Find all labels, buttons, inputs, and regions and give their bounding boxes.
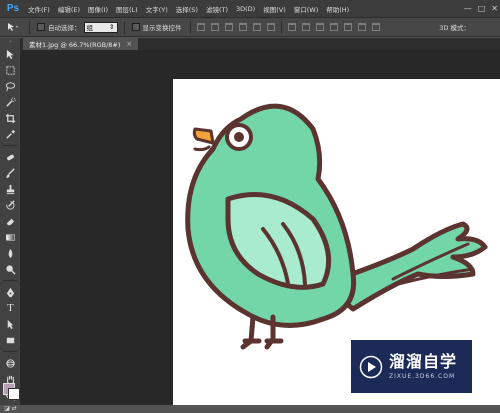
distribute-vcenter-icon[interactable] [301,23,310,31]
auto-select-checkbox[interactable] [37,23,45,31]
menu-window[interactable]: 窗口(W) [290,4,323,14]
eyedropper-tool-icon[interactable] [0,126,21,142]
auto-select-value: 组 [86,24,94,32]
pen-tool-icon[interactable] [0,284,21,300]
lasso-tool-icon[interactable] [0,78,21,94]
dropdown-arrow-icon: ⇕ [109,23,115,31]
maximize-button[interactable]: □ [478,4,486,13]
align-top-icon[interactable] [196,23,205,31]
close-document-icon[interactable]: × [126,40,132,48]
close-window-button[interactable]: ✕ [491,4,498,13]
distribute-right-icon[interactable] [357,23,366,31]
document-tab-title: 素材1.jpg @ 66.7%(RGB/8#) [29,41,121,49]
watermark-url: ZIXUE.3D66.COM [389,373,456,380]
menu-type[interactable]: 文字(Y) [142,4,172,14]
align-bottom-icon[interactable] [224,23,233,31]
menu-select[interactable]: 选择(S) [172,4,202,14]
document-tab-bar: 素材1.jpg @ 66.7%(RGB/8#) × [21,38,500,50]
panel-collapse-icon[interactable]: » [0,38,21,46]
align-hcenter-icon[interactable] [252,23,261,31]
3d-rotate-tool-icon[interactable] [0,355,21,371]
crop-tool-icon[interactable] [0,110,21,126]
show-transform-checkbox[interactable] [131,23,140,31]
move-tool-preset-icon[interactable] [0,22,26,32]
menu-view[interactable]: 视图(V) [259,4,290,14]
app-logo: Ps [6,3,20,14]
auto-select-label: 自动选择： [48,24,81,32]
tool-separator [3,351,17,352]
marquee-tool-icon[interactable] [0,62,21,78]
auto-select-dropdown[interactable]: 组 ⇕ [83,21,118,33]
menu-layer[interactable]: 图层(L) [112,4,142,14]
path-selection-tool-icon[interactable] [0,316,21,332]
document-tab[interactable]: 素材1.jpg @ 66.7%(RGB/8#) × [23,38,139,50]
background-color-swatch[interactable] [8,388,20,400]
distribute-hcenter-icon[interactable] [343,23,352,31]
menu-filter[interactable]: 滤镜(T) [202,4,232,14]
play-logo-icon [359,355,383,378]
menu-3d[interactable]: 3D(D) [232,5,259,13]
menu-edit[interactable]: 编辑(E) [54,4,84,14]
watermark-title: 溜溜自学 [389,352,458,371]
tool-separator [3,145,17,146]
align-right-icon[interactable] [266,23,275,31]
options-bar: 自动选择： 组 ⇕ 显示变换控件 3D 模式： [0,17,500,37]
distribute-top-icon[interactable] [287,23,296,31]
minimize-button[interactable]: — [464,4,472,13]
separator [280,20,282,34]
distribute-bottom-icon[interactable] [315,23,324,31]
dodge-tool-icon[interactable] [0,261,21,277]
watermark-text: 溜溜自学 ZIXUE.3D66.COM [389,352,458,381]
distribute-left-icon[interactable] [329,23,338,31]
show-transform-label: 显示变换控件 [142,24,182,32]
quick-selection-tool-icon[interactable] [0,94,21,110]
history-brush-tool-icon[interactable] [0,197,21,213]
window-controls: — □ ✕ [464,0,498,17]
tools-panel: » T ◪ ⇄ [0,38,21,412]
separator [123,20,125,34]
brush-tool-icon[interactable] [0,165,21,181]
align-left-icon[interactable] [238,23,247,31]
gradient-tool-icon[interactable] [0,229,21,245]
separator [189,20,191,34]
move-tool-icon[interactable] [0,46,21,62]
3d-mode-label: 3D 模式： [439,24,470,32]
menu-file[interactable]: 文件(F) [24,4,54,14]
tool-separator [3,280,17,281]
type-tool-icon[interactable]: T [0,300,21,316]
eraser-tool-icon[interactable] [0,213,21,229]
rectangle-tool-icon[interactable] [0,332,21,348]
menu-image[interactable]: 图像(I) [84,4,112,14]
watermark-badge: 溜溜自学 ZIXUE.3D66.COM [351,340,472,393]
align-vcenter-icon[interactable] [210,23,219,31]
healing-brush-tool-icon[interactable] [0,149,21,165]
separator [29,20,30,34]
auto-align-icon[interactable] [371,23,380,31]
menu-help[interactable]: 帮助(H) [322,4,353,14]
menu-bar: Ps 文件(F) 编辑(E) 图像(I) 图层(L) 文字(Y) 选择(S) 滤… [0,0,500,17]
clone-stamp-tool-icon[interactable] [0,181,21,197]
blur-tool-icon[interactable] [0,245,21,261]
